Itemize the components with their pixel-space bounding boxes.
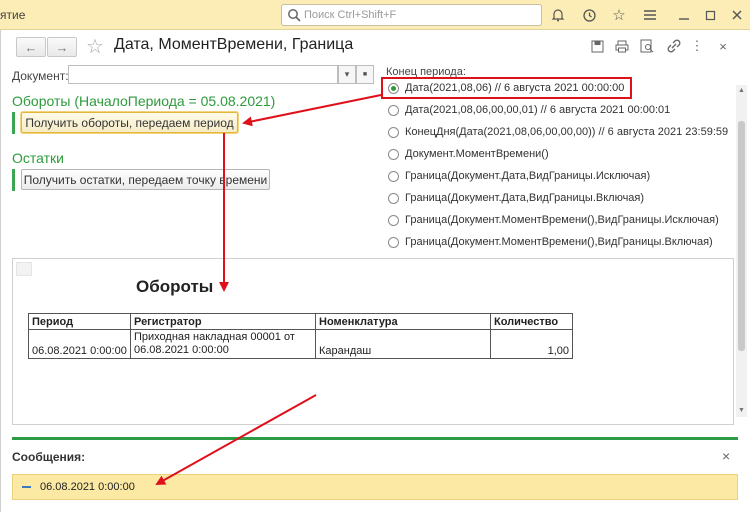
- forward-button[interactable]: →: [47, 37, 77, 57]
- radio-button[interactable]: [388, 148, 399, 160]
- bell-icon[interactable]: [548, 5, 568, 25]
- annotation-highlight-box: [381, 77, 632, 99]
- arrow-left-icon: ←: [24, 39, 38, 55]
- get-turnover-button[interactable]: Получить обороты, передаем период: [21, 112, 238, 133]
- back-button[interactable]: ←: [16, 37, 46, 57]
- column-header: Количество: [490, 313, 573, 330]
- open-button[interactable]: ■: [356, 65, 374, 84]
- top-bar: ятие Поиск Ctrl+Shift+F ☆: [0, 0, 750, 30]
- app-root: ятие Поиск Ctrl+Shift+F ☆ ← → ☆ Дата, Мо…: [0, 0, 750, 512]
- save-icon[interactable]: [588, 37, 606, 55]
- scroll-down-icon[interactable]: ▼: [738, 407, 745, 414]
- period-option-2[interactable]: КонецДня(Дата(2021,08,06,00,00,00)) // 6…: [388, 123, 728, 141]
- print-icon[interactable]: [613, 37, 631, 55]
- scrollbar-thumb[interactable]: [738, 121, 745, 351]
- message-marker-icon: [22, 486, 31, 488]
- sheet-corner-cell: [16, 262, 32, 276]
- favorite-star-icon[interactable]: ☆: [86, 34, 104, 59]
- cell-registrar: Приходная накладная 00001 от 06.08.2021 …: [130, 329, 316, 359]
- global-search-input[interactable]: Поиск Ctrl+Shift+F: [281, 4, 542, 26]
- radio-button[interactable]: [388, 236, 399, 248]
- radio-button[interactable]: [388, 104, 399, 116]
- cell-item: Карандаш: [315, 329, 491, 359]
- column-header: Регистратор: [130, 313, 316, 330]
- document-field[interactable]: [68, 65, 338, 84]
- cell-qty: 1,00: [490, 329, 573, 359]
- period-option-label: Документ.МоментВремени(): [405, 148, 549, 160]
- report-table: Период Регистратор Номенклатура Количест…: [28, 313, 573, 359]
- chevron-down-icon: ▾: [344, 69, 350, 79]
- balance-bar: [12, 169, 15, 191]
- column-header: Номенклатура: [315, 313, 491, 330]
- favorites-star-icon[interactable]: ☆: [609, 5, 629, 25]
- get-balance-button[interactable]: Получить остатки, передаем точку времени: [21, 169, 270, 190]
- close-icon[interactable]: ×: [714, 37, 732, 55]
- period-option-5[interactable]: Граница(Документ.Дата,ВидГраницы.Включая…: [388, 189, 644, 207]
- period-option-label: Граница(Документ.МоментВремени(),ВидГран…: [405, 236, 713, 248]
- radio-button[interactable]: [388, 126, 399, 138]
- balance-header: Остатки: [12, 150, 64, 166]
- cell-registrar-line1: Приходная накладная 00001 от: [134, 331, 295, 343]
- turnover-header: Обороты (НачалоПериода = 05.08.2021): [12, 93, 276, 109]
- link-icon[interactable]: [665, 37, 683, 55]
- cell-period: 06.08.2021 0:00:00: [28, 329, 131, 359]
- app-title: ятие: [0, 8, 26, 22]
- dropdown-button[interactable]: ▾: [338, 65, 356, 84]
- period-option-label: Граница(Документ.Дата,ВидГраницы.Включая…: [405, 192, 645, 204]
- cell-registrar-line2: 06.08.2021 0:00:00: [134, 344, 229, 356]
- message-text: 06.08.2021 0:00:00: [40, 481, 135, 493]
- app-close-icon[interactable]: [727, 5, 747, 25]
- period-option-label: Граница(Документ.МоментВремени(),ВидГран…: [405, 214, 719, 226]
- radio-button[interactable]: [388, 214, 399, 226]
- minimize-icon[interactable]: [674, 5, 694, 25]
- radio-button[interactable]: [388, 192, 399, 204]
- period-option-7[interactable]: Граница(Документ.МоментВремени(),ВидГран…: [388, 233, 713, 251]
- open-icon: ■: [362, 71, 368, 78]
- vertical-scrollbar[interactable]: ▲ ▼: [736, 85, 747, 417]
- menu-icon[interactable]: [640, 5, 660, 25]
- period-option-1[interactable]: Дата(2021,08,06,00,00,01) // 6 августа 2…: [388, 101, 670, 119]
- history-icon[interactable]: [579, 5, 599, 25]
- period-option-6[interactable]: Граница(Документ.МоментВремени(),ВидГран…: [388, 211, 719, 229]
- period-option-label: Дата(2021,08,06,00,00,01) // 6 августа 2…: [405, 104, 671, 116]
- column-header: Период: [28, 313, 131, 330]
- more-icon[interactable]: ⋮: [688, 37, 706, 55]
- restore-icon[interactable]: [701, 5, 721, 25]
- period-option-label: Граница(Документ.Дата,ВидГраницы.Исключа…: [405, 170, 651, 182]
- period-option-label: КонецДня(Дата(2021,08,06,00,00,00)) // 6…: [405, 126, 729, 138]
- period-option-3[interactable]: Документ.МоментВремени(): [388, 145, 549, 163]
- radio-button[interactable]: [388, 170, 399, 182]
- report-title: Обороты: [136, 277, 214, 296]
- messages-title: Сообщения:: [12, 450, 86, 464]
- scroll-up-icon[interactable]: ▲: [738, 87, 745, 94]
- search-placeholder: Поиск Ctrl+Shift+F: [304, 9, 397, 21]
- messages-close-icon[interactable]: ×: [722, 448, 730, 464]
- preview-icon[interactable]: [638, 37, 656, 55]
- arrow-right-icon: →: [55, 39, 69, 55]
- table-row: 06.08.2021 0:00:00 Приходная накладная 0…: [28, 329, 573, 359]
- search-icon: [288, 9, 301, 22]
- window-title: Дата, МоментВремени, Граница: [114, 36, 354, 53]
- period-option-4[interactable]: Граница(Документ.Дата,ВидГраницы.Исключа…: [388, 167, 650, 185]
- messages-divider: [12, 437, 738, 440]
- turnover-bar: [12, 112, 15, 134]
- document-label: Документ:: [12, 69, 69, 83]
